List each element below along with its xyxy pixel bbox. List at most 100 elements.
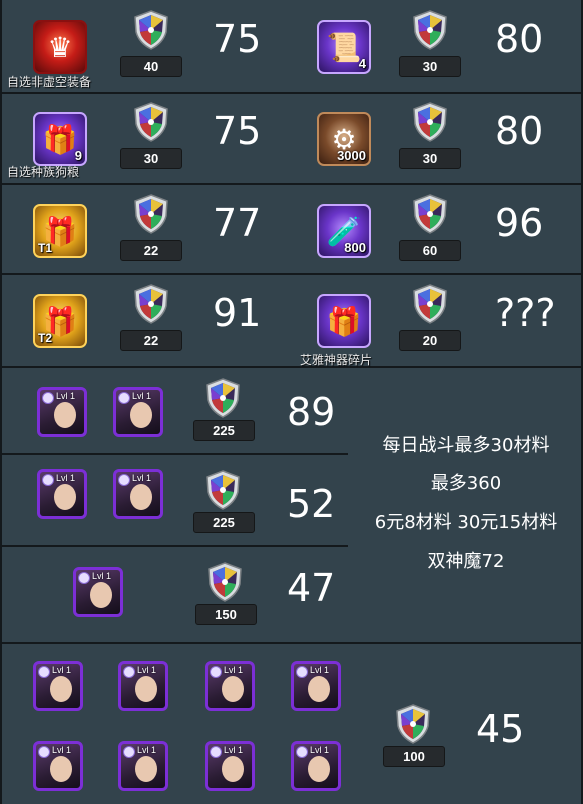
item-quantity: 3000: [337, 148, 366, 163]
score-value: 45: [476, 707, 525, 751]
shield-icon: [412, 102, 448, 142]
element-icon: [78, 572, 90, 584]
score-value: 80: [495, 17, 544, 61]
divider: [0, 642, 583, 644]
hero-portrait[interactable]: Lvl 1: [118, 661, 168, 711]
note-line: 最多360: [430, 473, 502, 494]
reward-item[interactable]: 🎁 T2: [33, 294, 87, 348]
hero-level: Lvl 1: [310, 745, 330, 755]
element-icon: [123, 666, 135, 678]
shield-icon: [412, 10, 448, 50]
hero-face: [50, 756, 72, 782]
cost-badge: 30: [399, 56, 461, 77]
element-icon: [210, 746, 222, 758]
cost-badge: 100: [383, 746, 445, 767]
hero-level: Lvl 1: [224, 665, 244, 675]
hero-face: [135, 676, 157, 702]
note-line: 双神魔72: [427, 551, 505, 572]
element-icon: [296, 666, 308, 678]
score-value: 96: [495, 201, 544, 245]
score-value: 52: [287, 482, 336, 526]
hero-face: [222, 676, 244, 702]
divider: [0, 366, 583, 368]
cost-badge: 22: [120, 240, 182, 261]
element-icon: [38, 746, 50, 758]
hero-level: Lvl 1: [310, 665, 330, 675]
reward-item[interactable]: 🎁: [317, 294, 371, 348]
hero-portrait[interactable]: Lvl 1: [118, 741, 168, 791]
hero-level: Lvl 1: [56, 473, 76, 483]
hero-level: Lvl 1: [137, 665, 157, 675]
cost-badge: 30: [120, 148, 182, 169]
cost-badge: 22: [120, 330, 182, 351]
note-line: 6元8材料 30元15材料: [374, 512, 558, 533]
crown-icon: ♛: [47, 31, 73, 63]
element-icon: [42, 392, 54, 404]
shield-icon: [133, 102, 169, 142]
cost-badge: 225: [193, 512, 255, 533]
hero-portrait[interactable]: Lvl 1: [113, 469, 163, 519]
hero-face: [135, 756, 157, 782]
hero-portrait[interactable]: Lvl 1: [37, 387, 87, 437]
reward-item[interactable]: 🧪 800: [317, 204, 371, 258]
shield-icon: [412, 194, 448, 234]
hero-face: [54, 402, 76, 428]
hero-portrait[interactable]: Lvl 1: [291, 741, 341, 791]
item-tier: T2: [38, 331, 53, 345]
score-value: 80: [495, 109, 544, 153]
hero-portrait[interactable]: Lvl 1: [73, 567, 123, 617]
divider: [0, 453, 348, 455]
shield-icon: [133, 10, 169, 50]
item-quantity: 800: [344, 240, 366, 255]
hero-level: Lvl 1: [137, 745, 157, 755]
shield-icon: [412, 284, 448, 324]
cost-badge: 60: [399, 240, 461, 261]
hero-face: [130, 484, 152, 510]
hero-level: Lvl 1: [92, 571, 112, 581]
item-name: 艾雅神器碎片: [300, 353, 373, 367]
score-value: 91: [213, 291, 262, 335]
score-value: 75: [213, 17, 262, 61]
hero-face: [130, 402, 152, 428]
element-icon: [210, 666, 222, 678]
hero-face: [308, 676, 330, 702]
hero-face: [222, 756, 244, 782]
hero-face: [50, 676, 72, 702]
score-value: 89: [287, 390, 336, 434]
reward-item[interactable]: 📜 4: [317, 20, 371, 74]
reward-item[interactable]: ⚙ 3000: [317, 112, 371, 166]
cost-badge: 40: [120, 56, 182, 77]
score-value: ???: [495, 291, 556, 335]
divider: [0, 183, 583, 185]
hero-portrait[interactable]: Lvl 1: [205, 661, 255, 711]
item-quantity: 4: [358, 56, 366, 71]
hero-level: Lvl 1: [52, 745, 72, 755]
hero-portrait[interactable]: Lvl 1: [33, 741, 83, 791]
hero-portrait[interactable]: Lvl 1: [113, 387, 163, 437]
hero-portrait[interactable]: Lvl 1: [33, 661, 83, 711]
cost-badge: 225: [193, 420, 255, 441]
hero-level: Lvl 1: [56, 391, 76, 401]
score-value: 77: [213, 201, 262, 245]
shield-icon: [395, 704, 431, 744]
hero-portrait[interactable]: Lvl 1: [37, 469, 87, 519]
element-icon: [118, 392, 130, 404]
element-icon: [118, 474, 130, 486]
score-value: 75: [213, 109, 262, 153]
element-icon: [42, 474, 54, 486]
divider: [0, 0, 2, 804]
cost-badge: 20: [399, 330, 461, 351]
reward-item[interactable]: ♛: [33, 20, 87, 74]
hero-portrait[interactable]: Lvl 1: [205, 741, 255, 791]
element-icon: [296, 746, 308, 758]
element-icon: [123, 746, 135, 758]
hero-face: [54, 484, 76, 510]
hero-face: [90, 582, 112, 608]
cost-badge: 30: [399, 148, 461, 169]
hero-portrait[interactable]: Lvl 1: [291, 661, 341, 711]
cost-badge: 150: [195, 604, 257, 625]
shield-icon: [205, 378, 241, 418]
artifact-chest-icon: 🎁: [326, 305, 362, 337]
reward-item[interactable]: 🎁 T1: [33, 204, 87, 258]
reward-item[interactable]: 🎁 9: [33, 112, 87, 166]
